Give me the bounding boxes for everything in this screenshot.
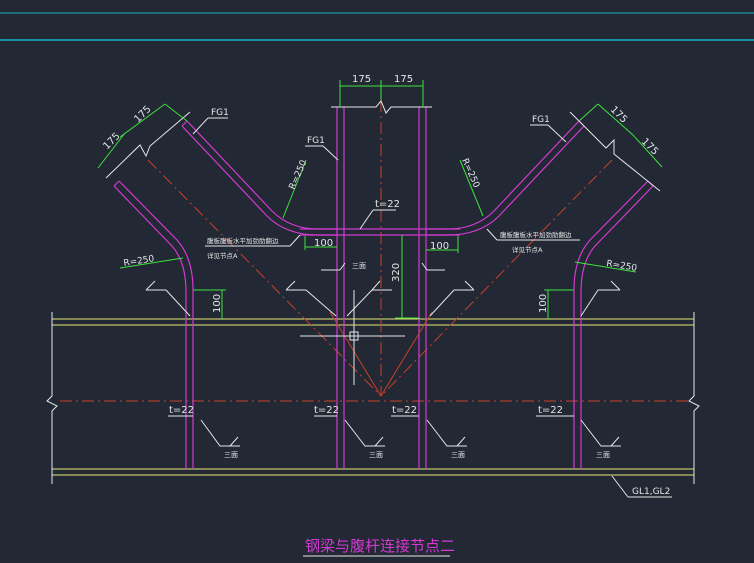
thickness-label-2: t=22 xyxy=(314,405,339,416)
radius-label-right: R=250 xyxy=(606,259,638,274)
note-right-line2: 详见节点A xyxy=(512,245,543,254)
dim-label-top-left: 175 xyxy=(352,74,371,85)
thickness-top-leader xyxy=(359,209,396,230)
thickness-label-4: t=22 xyxy=(538,405,563,416)
thickness-label-top: t=22 xyxy=(375,199,400,210)
thickness-label-3: t=22 xyxy=(392,405,417,416)
fg1-label-left: FG1 xyxy=(211,108,229,118)
beam-break-right xyxy=(688,312,700,484)
weld-label-lower-3: 三面 xyxy=(451,451,465,459)
fg1-leaders xyxy=(192,117,567,161)
dim-label-left-b: 175 xyxy=(101,131,122,152)
node-detail-drawing: 175 175 175 175 175 175 100 100 320 100 xyxy=(0,12,754,557)
dim-label-320: 320 xyxy=(391,263,402,282)
dim-label-right-b: 175 xyxy=(639,136,660,157)
note-left-line1: 腹板腹板水平加劲肋翻边 xyxy=(207,236,279,245)
dim-label-100-right: 100 xyxy=(538,294,549,313)
dim-label-100-left: 100 xyxy=(212,294,223,313)
drawing-title: 钢梁与腹杆连接节点二 xyxy=(305,537,455,555)
radius-leaders xyxy=(119,159,637,273)
note-right-line1: 腹板腹板水平加劲肋翻边 xyxy=(500,230,572,239)
fg1-label-right: FG1 xyxy=(532,115,550,125)
center-stiffener xyxy=(300,228,460,236)
dim-label-100-top-right: 100 xyxy=(430,241,449,252)
dim-label-top-right: 175 xyxy=(394,74,413,85)
radius-label-left: R=250 xyxy=(123,254,155,269)
weld-label-lower-1: 三面 xyxy=(224,451,238,459)
radius-label-left-top: R=250 xyxy=(288,159,310,192)
weld-label-lower-4: 三面 xyxy=(596,451,610,459)
beam-bottom-flange xyxy=(52,468,694,476)
crosshair xyxy=(300,290,405,385)
dim-label-100-top-left: 100 xyxy=(314,238,333,249)
note-left-line2: 详见节点A xyxy=(207,251,238,260)
beam-top-flange xyxy=(52,318,694,326)
dim-label-left-a: 175 xyxy=(132,104,153,125)
fg1-label-center: FG1 xyxy=(307,136,325,146)
weld-label-lower-2: 三面 xyxy=(369,451,383,459)
thickness-label-1: t=22 xyxy=(169,405,194,416)
beam-tag: GL1,GL2 xyxy=(632,487,670,497)
radius-label-right-top: R=250 xyxy=(459,157,481,190)
dim-label-right-a: 175 xyxy=(608,104,629,125)
member-break-lines xyxy=(105,100,661,192)
weld-label-center-upper: 三面 xyxy=(352,262,366,270)
beam-break-left xyxy=(46,312,58,484)
weld-symbols-lower xyxy=(200,419,621,447)
